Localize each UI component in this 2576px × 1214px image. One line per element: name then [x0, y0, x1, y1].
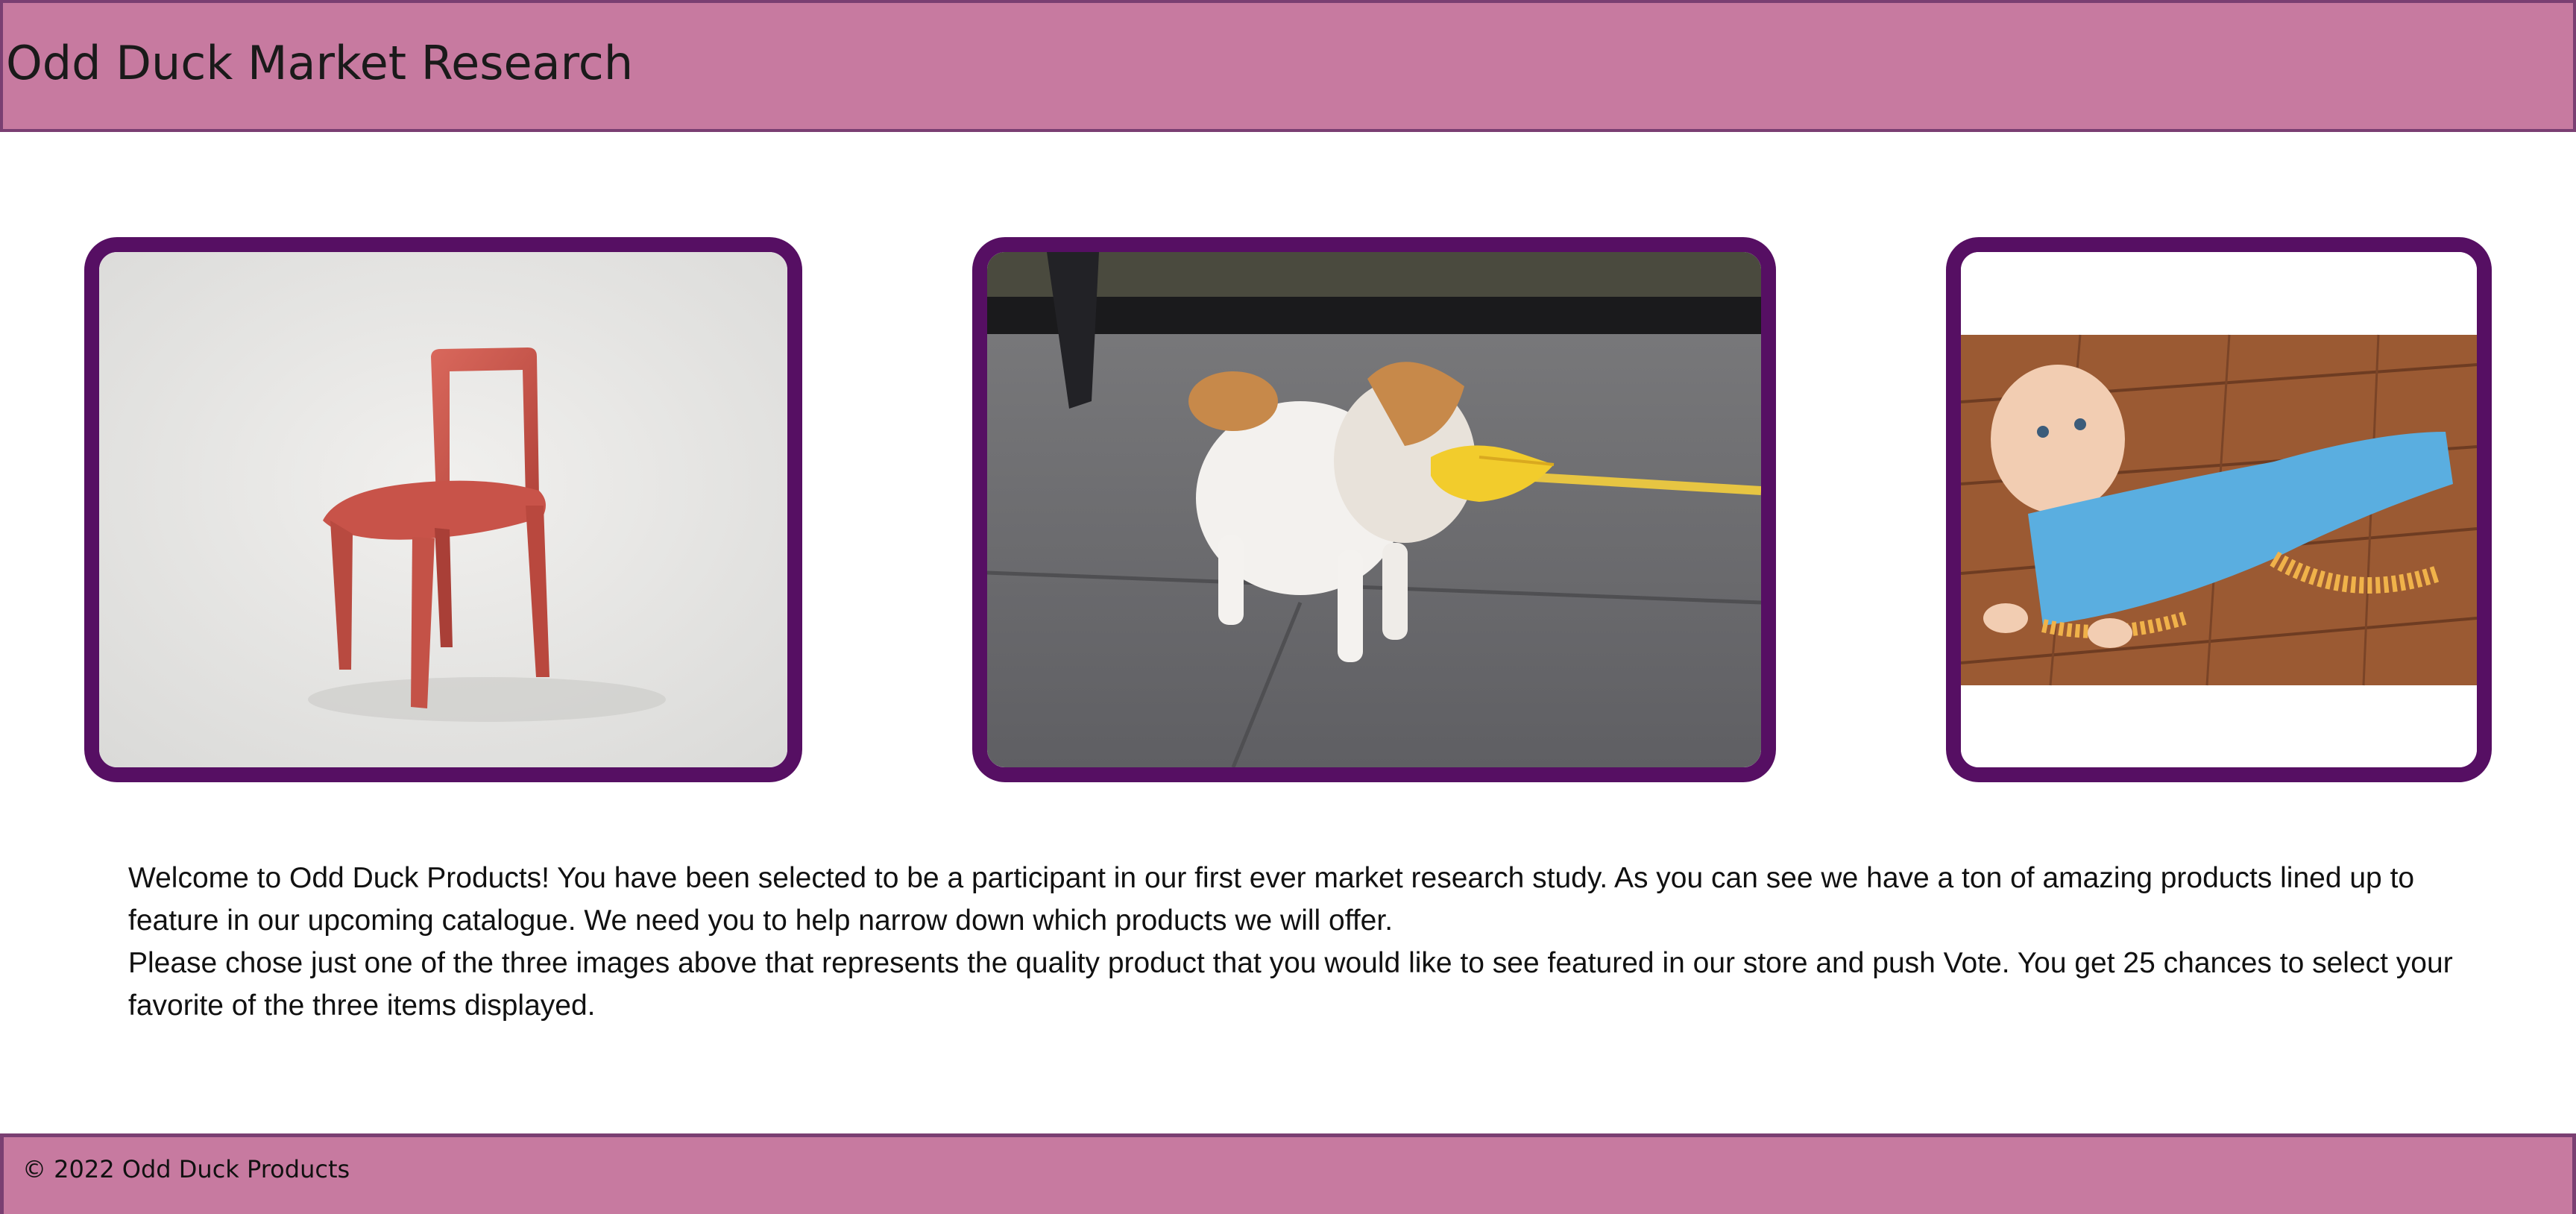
intro-paragraph-instructions: Please chose just one of the three image… [128, 947, 2453, 1022]
product-image-chair[interactable] [84, 237, 802, 782]
copyright-text: © 2022 Odd Duck Products [22, 1155, 350, 1183]
baby-sweep-image [1961, 252, 2477, 767]
page-title: Odd Duck Market Research [6, 36, 634, 90]
intro-paragraph-welcome: Welcome to Odd Duck Products! You have b… [128, 862, 2415, 937]
site-footer: © 2022 Odd Duck Products [0, 1133, 2576, 1214]
chair-image [99, 252, 787, 767]
page: Odd Duck Market Research Welcome to Odd … [0, 0, 2576, 1214]
dog-duck-image [987, 252, 1761, 767]
product-image-baby-sweep[interactable] [1946, 237, 2492, 782]
site-header: Odd Duck Market Research [0, 0, 2576, 132]
product-image-dog-duck[interactable] [972, 237, 1776, 782]
intro-text: Welcome to Odd Duck Products! You have b… [128, 857, 2454, 1027]
